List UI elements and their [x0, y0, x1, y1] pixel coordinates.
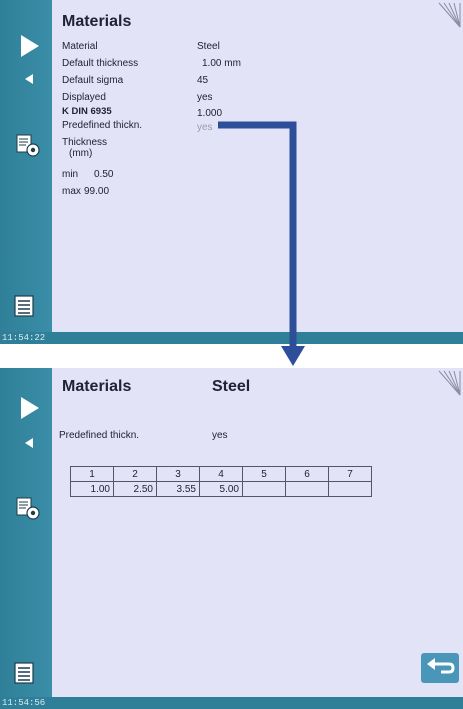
table-row: 1.00 2.50 3.55 5.00	[70, 481, 372, 497]
predefined-thickness-value[interactable]: yes	[212, 430, 228, 441]
column-header: 5	[242, 466, 286, 482]
content-panel: Materials Steel Predefined thickn. yes 1…	[52, 368, 463, 697]
predefined-thickness-label: Predefined thickn.	[59, 430, 140, 441]
thickness-cell[interactable]: 3.55	[156, 481, 200, 497]
column-header: 4	[199, 466, 243, 482]
page-title: Materials	[62, 378, 132, 395]
settings-doc-icon[interactable]	[16, 497, 42, 521]
back-button[interactable]	[421, 653, 459, 683]
play-icon[interactable]	[21, 397, 39, 419]
column-header: 7	[328, 466, 372, 482]
column-header: 2	[113, 466, 157, 482]
sidebar	[0, 368, 52, 709]
thickness-cell[interactable]	[328, 481, 372, 497]
list-icon[interactable]	[14, 662, 34, 684]
column-header: 6	[285, 466, 329, 482]
material-name: Steel	[212, 378, 251, 395]
column-header: 3	[156, 466, 200, 482]
clock: 11:54:56	[2, 698, 46, 708]
back-small-icon[interactable]	[25, 438, 33, 448]
column-header: 1	[70, 466, 114, 482]
bottom-screen: Materials Steel Predefined thickn. yes 1…	[0, 368, 463, 709]
return-arrow-icon	[427, 658, 455, 674]
thickness-cell[interactable]: 5.00	[199, 481, 243, 497]
table-header-row: 1 2 3 4 5 6 7	[70, 466, 372, 482]
status-bar: 11:54:56	[0, 697, 463, 709]
thickness-cell[interactable]: 1.00	[70, 481, 114, 497]
thickness-cell[interactable]: 2.50	[113, 481, 157, 497]
connector-arrow	[218, 121, 305, 366]
thickness-table: 1 2 3 4 5 6 7 1.00 2.50 3.55 5.00	[70, 466, 372, 497]
thickness-cell[interactable]	[285, 481, 329, 497]
fan-corner-icon[interactable]	[435, 370, 461, 396]
thickness-cell[interactable]	[242, 481, 286, 497]
